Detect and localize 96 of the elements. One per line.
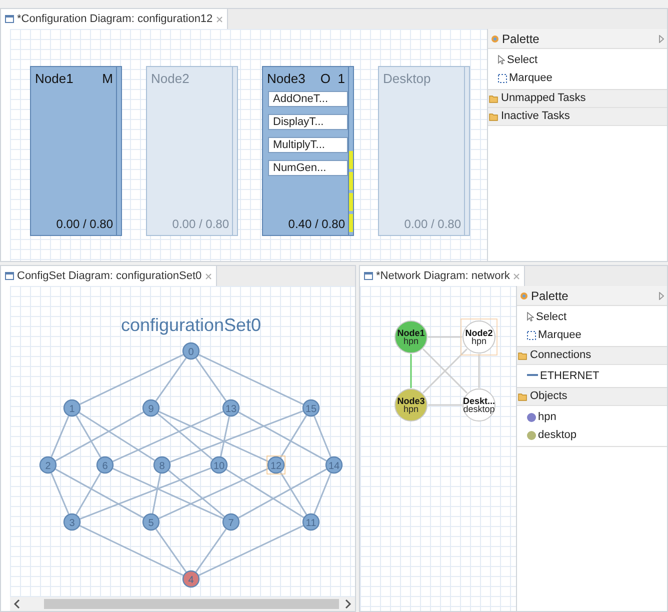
palette-tool[interactable]: Select bbox=[517, 308, 667, 326]
crossing-links-drawing bbox=[422, 348, 468, 394]
node-label: 14 bbox=[328, 461, 340, 472]
lattice-node[interactable] bbox=[302, 399, 320, 417]
lattice-node[interactable] bbox=[142, 513, 160, 531]
lattice-node[interactable] bbox=[39, 456, 57, 474]
palette-entry[interactable]: ETHERNET bbox=[517, 367, 667, 385]
editor-tab[interactable]: ConfigSet Diagram: configurationSet0 bbox=[1, 266, 217, 286]
lattice-node[interactable] bbox=[63, 513, 81, 531]
node-name: Node3 bbox=[397, 396, 425, 406]
window-icon bbox=[364, 272, 373, 280]
lattice-node[interactable] bbox=[222, 513, 240, 531]
palette-entry[interactable]: desktop bbox=[517, 426, 667, 444]
node-label: 5 bbox=[148, 518, 154, 529]
node-load: 0.00 / 0.80 bbox=[171, 216, 230, 233]
lattice-node[interactable] bbox=[210, 456, 228, 474]
network-link bbox=[428, 336, 462, 338]
node-label: 8 bbox=[159, 461, 165, 472]
node-type: desktop bbox=[463, 404, 495, 414]
lattice-node[interactable] bbox=[222, 399, 240, 417]
task-label[interactable]: NumGen... bbox=[268, 160, 348, 176]
node-label: 2 bbox=[45, 461, 51, 472]
marquee-icon bbox=[498, 74, 507, 82]
node-load: 0.00 / 0.80 bbox=[55, 216, 114, 233]
node-name: Node3 bbox=[267, 70, 306, 88]
node-label: 6 bbox=[102, 461, 108, 472]
node-flag-label: O 1 bbox=[320, 70, 345, 88]
node-label: 7 bbox=[228, 518, 234, 529]
lattice-node[interactable] bbox=[96, 456, 114, 474]
node-label: 11 bbox=[306, 518, 316, 529]
node-name: Desktop bbox=[383, 70, 431, 88]
node-label: 15 bbox=[305, 404, 317, 415]
collapse-arrow-icon[interactable] bbox=[659, 34, 664, 42]
node-label: 12 bbox=[270, 461, 282, 472]
lattice-node[interactable] bbox=[325, 456, 343, 474]
node-type: hpn bbox=[403, 404, 419, 414]
drawer-header[interactable]: Connections bbox=[517, 347, 667, 365]
lattice-node[interactable] bbox=[153, 456, 171, 474]
drawer-header[interactable]: Objects bbox=[517, 388, 667, 406]
diagram-title: configurationSet0 bbox=[120, 315, 262, 335]
node-label: 0 bbox=[188, 347, 194, 358]
palette-tool[interactable]: Marquee bbox=[488, 69, 667, 87]
palette-tool[interactable]: Marquee bbox=[517, 326, 667, 344]
horizontal-scrollbar[interactable] bbox=[10, 597, 355, 611]
window-icon bbox=[5, 15, 14, 23]
node-label: 13 bbox=[225, 404, 237, 415]
node-label: 3 bbox=[69, 518, 75, 529]
network-link bbox=[478, 354, 480, 388]
node-name: Node1 bbox=[397, 328, 425, 338]
palette-header[interactable]: Palette bbox=[517, 286, 667, 306]
node-name: Deskt... bbox=[463, 396, 495, 406]
lattice-node[interactable] bbox=[266, 456, 286, 474]
node-type: hpn bbox=[471, 336, 487, 346]
palette-tool[interactable]: Select bbox=[488, 51, 667, 69]
lattice-node[interactable] bbox=[182, 342, 200, 360]
marquee-icon bbox=[527, 330, 536, 340]
node-type: hpn bbox=[403, 336, 419, 346]
node-load: 0.40 / 0.80 bbox=[287, 216, 346, 233]
pointer-icon bbox=[498, 55, 505, 65]
network-node[interactable] bbox=[394, 320, 428, 354]
node-name: Node1 bbox=[35, 70, 74, 88]
lattice-node[interactable] bbox=[63, 399, 81, 417]
node-label: 1 bbox=[69, 404, 75, 415]
node-box[interactable]: Node3 O 1 AddOneT... DisplayT... MultiplyT... NumGen... 0.40 / 0.80 bbox=[262, 66, 354, 236]
drawer-header[interactable]: Unmapped Tasks bbox=[488, 90, 667, 108]
node-box[interactable]: Node1 M 0.00 / 0.80 bbox=[30, 66, 122, 236]
node-label: 9 bbox=[148, 404, 154, 415]
lattice-node[interactable] bbox=[302, 513, 320, 531]
palette-header[interactable]: Palette bbox=[488, 29, 667, 49]
palette-icon bbox=[520, 292, 528, 300]
palette-entry[interactable]: hpn bbox=[517, 408, 667, 426]
folder-icon bbox=[518, 352, 528, 360]
node-flag-label: M bbox=[102, 70, 113, 88]
scrollbar-thumb[interactable] bbox=[44, 599, 339, 609]
folder-icon bbox=[518, 392, 528, 400]
node-label: 10 bbox=[213, 461, 225, 472]
task-label[interactable]: AddOneT... bbox=[268, 90, 348, 106]
collapse-arrow-icon[interactable] bbox=[659, 292, 664, 300]
network-link bbox=[428, 404, 462, 406]
drawer-header[interactable]: Inactive Tasks bbox=[488, 108, 667, 126]
lattice-node[interactable] bbox=[142, 399, 160, 417]
network-node[interactable] bbox=[462, 388, 496, 422]
pointer-icon bbox=[527, 312, 534, 322]
editor-tab[interactable]: *Network Diagram: network bbox=[360, 266, 525, 286]
node-name: Node2 bbox=[465, 328, 493, 338]
node-load: 0.00 / 0.80 bbox=[403, 216, 462, 233]
network-node[interactable] bbox=[394, 388, 428, 422]
palette-icon bbox=[491, 34, 499, 42]
task-label[interactable]: DisplayT... bbox=[268, 114, 348, 130]
network-link bbox=[410, 354, 412, 388]
node-label: 4 bbox=[188, 575, 194, 586]
window-icon bbox=[5, 272, 14, 280]
node-name: Node2 bbox=[151, 70, 190, 88]
editor-tab[interactable]: *Configuration Diagram: configuration12 bbox=[1, 9, 228, 29]
task-label[interactable]: MultiplyT... bbox=[268, 136, 348, 152]
lattice-node[interactable] bbox=[182, 570, 200, 588]
